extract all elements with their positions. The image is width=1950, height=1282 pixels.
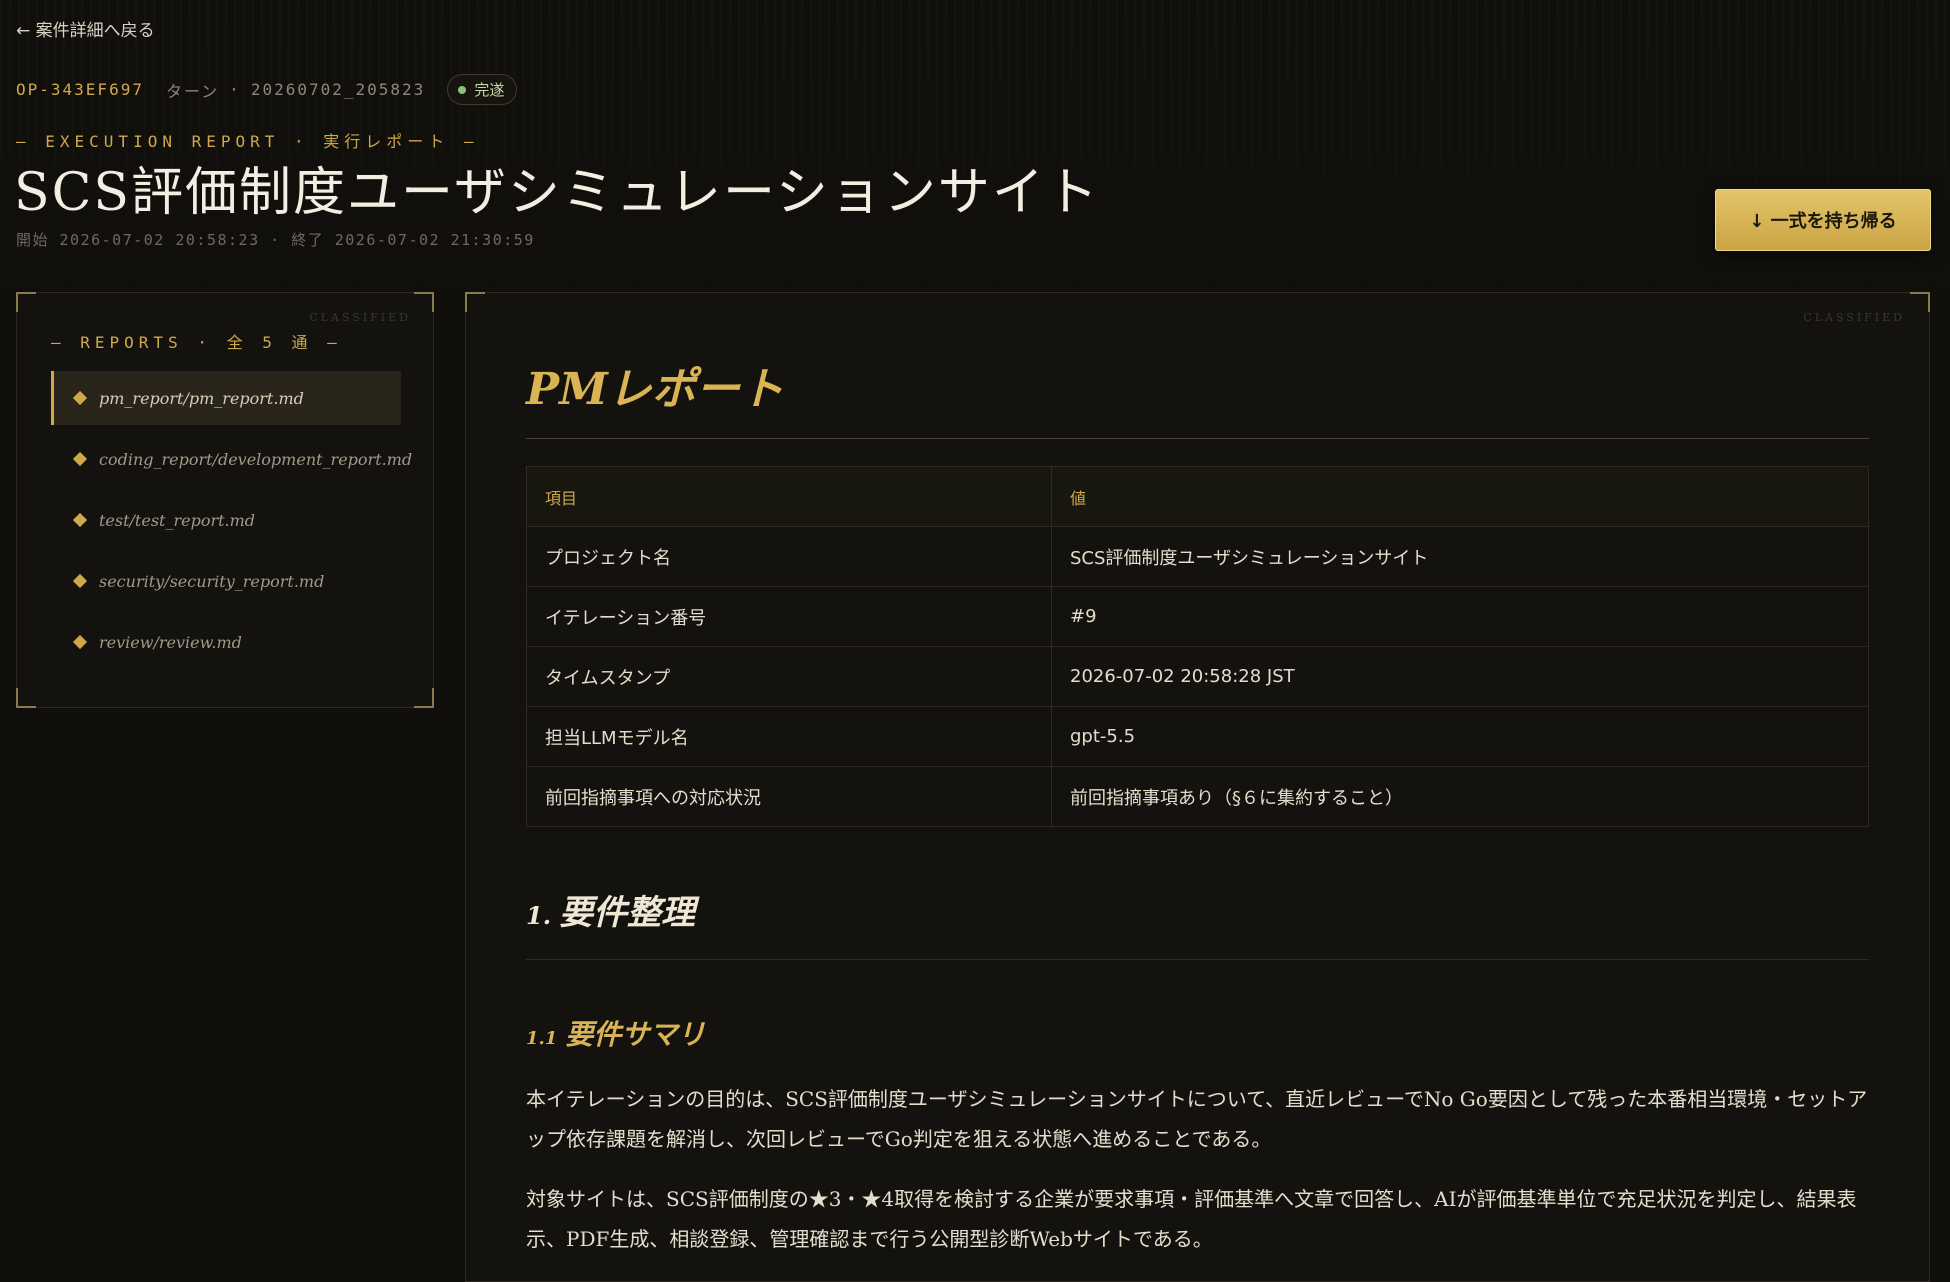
table-cell-key: 前回指摘事項への対応状況: [526, 766, 1052, 827]
table-row: 担当LLMモデル名 gpt-5.5: [526, 706, 1869, 767]
report-item-test-report[interactable]: test/test_report.md: [51, 493, 401, 547]
status-dot-icon: [458, 85, 467, 94]
table-cell-value: gpt-5.5: [1051, 706, 1869, 767]
section-title: 要件整理: [559, 893, 696, 933]
report-document: CLASSIFIED PMレポート 項目 値 プロジェクト名 SCS評価制度ユー…: [465, 292, 1930, 1282]
table-cell-value: #9: [1051, 586, 1869, 647]
table-cell-key: タイムスタンプ: [526, 646, 1052, 707]
table-row: プロジェクト名 SCS評価制度ユーザシミュレーションサイト: [526, 526, 1869, 587]
corner-ornament: [414, 292, 434, 312]
report-item-label: test/test_report.md: [99, 510, 256, 530]
sidebar-heading: — REPORTS · 全 5 通 —: [51, 333, 342, 352]
document-title: PMレポート: [526, 364, 784, 415]
section-divider: [526, 959, 1869, 960]
meta-row: OP-343EF697 ターン · 20260702_205823 完遂: [16, 74, 518, 105]
report-item-label: pm_report/pm_report.md: [99, 388, 304, 408]
table-cell-value: 前回指摘事項あり（§６に集約すること）: [1051, 766, 1869, 827]
reports-sidebar: CLASSIFIED — REPORTS · 全 5 通 — pm_report…: [16, 292, 434, 708]
classified-watermark: CLASSIFIED: [1803, 311, 1905, 324]
diamond-icon: [72, 573, 88, 589]
status-badge: 完遂: [447, 74, 518, 105]
table-row: 前回指摘事項への対応状況 前回指摘事項あり（§６に集約すること）: [526, 766, 1869, 827]
table-cell-key: 担当LLMモデル名: [526, 706, 1052, 767]
report-item-security-report[interactable]: security/security_report.md: [51, 554, 401, 608]
table-header-row: 項目 値: [526, 466, 1869, 527]
table-cell-key: プロジェクト名: [526, 526, 1052, 587]
operation-id: OP-343EF697: [16, 80, 144, 99]
subsection-number: 1.1: [526, 1028, 558, 1049]
report-item-review[interactable]: review/review.md: [51, 615, 401, 669]
title-divider: [526, 438, 1869, 439]
status-text: 完遂: [474, 81, 505, 99]
timing-info: 開始 2026-07-02 20:58:23 · 終了 2026-07-02 2…: [16, 231, 535, 249]
turn-id: 20260702_205823: [250, 80, 426, 99]
report-item-label: review/review.md: [99, 632, 242, 652]
diamond-icon: [72, 451, 88, 467]
subsection-title: 要件サマリ: [565, 1018, 706, 1051]
report-eyebrow: — EXECUTION REPORT · 実行レポート —: [16, 132, 479, 151]
report-item-pm-report[interactable]: pm_report/pm_report.md: [51, 371, 401, 425]
report-list: pm_report/pm_report.md coding_report/dev…: [51, 371, 412, 676]
section-heading-requirements: 1. 要件整理: [526, 885, 695, 934]
table-row: イテレーション番号 #9: [526, 586, 1869, 647]
table-cell-key: イテレーション番号: [526, 586, 1052, 647]
subsection-heading-summary: 1.1 要件サマリ: [526, 1013, 705, 1053]
page-title: SCS評価制度ユーザシミュレーションサイト: [14, 163, 1100, 223]
table-cell-value: 2026-07-02 20:58:28 JST: [1051, 646, 1869, 707]
body-paragraph: 本イテレーションの目的は、SCS評価制度ユーザシミュレーションサイトについて、直…: [526, 1087, 1868, 1151]
turn-label: ターン: [165, 81, 220, 101]
diamond-icon: [72, 390, 88, 406]
section-number: 1.: [526, 901, 552, 930]
diamond-icon: [72, 512, 88, 528]
table-header-value: 値: [1051, 466, 1869, 527]
classified-watermark: CLASSIFIED: [309, 311, 411, 324]
table-cell-value: SCS評価制度ユーザシミュレーションサイト: [1051, 526, 1869, 587]
corner-ornament: [1910, 292, 1930, 312]
corner-ornament: [16, 292, 36, 312]
report-item-label: security/security_report.md: [99, 571, 325, 591]
table-header-item: 項目: [526, 466, 1052, 527]
corner-ornament: [465, 292, 485, 312]
diamond-icon: [72, 634, 88, 650]
project-info-table: 項目 値 プロジェクト名 SCS評価制度ユーザシミュレーションサイト イテレーシ…: [526, 466, 1869, 827]
corner-ornament: [414, 688, 434, 708]
table-row: タイムスタンプ 2026-07-02 20:58:28 JST: [526, 646, 1869, 707]
body-paragraph: 対象サイトは、SCS評価制度の★3・★4取得を検討する企業が要求事項・評価基準へ…: [526, 1187, 1857, 1251]
report-item-development-report[interactable]: coding_report/development_report.md: [51, 432, 412, 486]
meta-separator: ·: [229, 80, 241, 99]
corner-ornament: [16, 688, 36, 708]
back-to-case-link[interactable]: ← 案件詳細へ戻る: [16, 16, 155, 41]
download-all-button[interactable]: ↓ 一式を持ち帰る: [1715, 189, 1931, 251]
report-item-label: coding_report/development_report.md: [99, 449, 413, 469]
